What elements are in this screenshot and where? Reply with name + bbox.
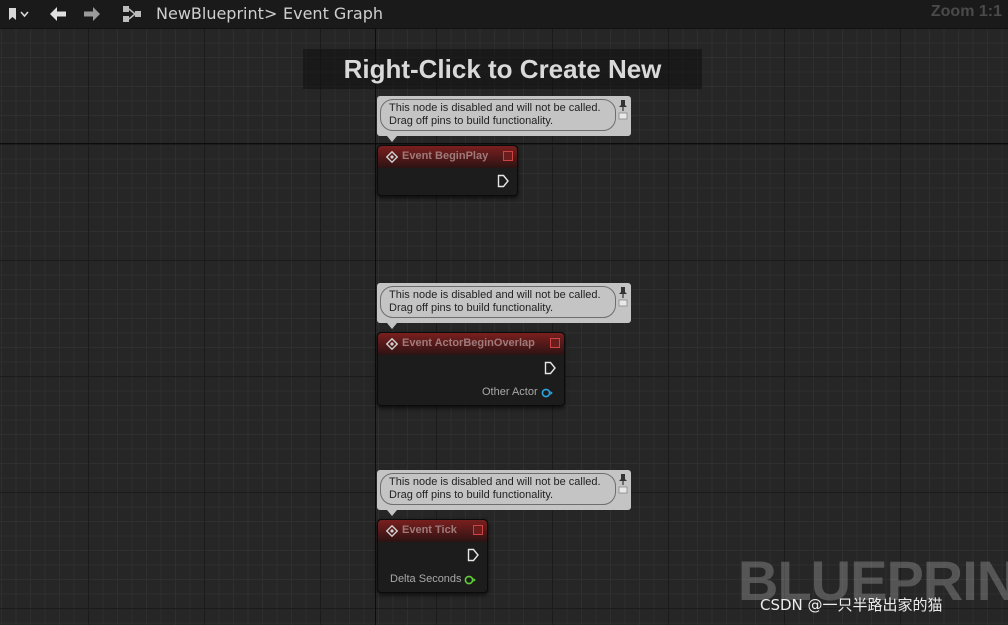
graph-axis-horizontal (0, 143, 1008, 144)
bubble-tail (387, 510, 397, 516)
graph-hint: Right-Click to Create New Nodes. (303, 49, 702, 124)
pin-icon[interactable] (618, 99, 628, 121)
bubble-tail (387, 323, 397, 329)
comment-text: This node is disabled and will not be ca… (380, 99, 616, 131)
disabled-node-comment: This node is disabled and will not be ca… (377, 470, 631, 516)
comment-line: Drag off pins to build functionality. (389, 489, 554, 501)
disabled-node-comment: This node is disabled and will not be ca… (377, 96, 631, 142)
disabled-node-comment: This node is disabled and will not be ca… (377, 283, 631, 329)
event-tick-node[interactable]: Event Tick Delta Seconds (377, 519, 488, 593)
pin-icon[interactable] (618, 473, 628, 495)
bubble-tail (387, 136, 397, 142)
event-beginplay-node[interactable]: Event BeginPlay (377, 145, 518, 196)
comment-text: This node is disabled and will not be ca… (380, 473, 616, 505)
pin-icon[interactable] (618, 286, 628, 308)
delegate-pin[interactable] (550, 338, 560, 348)
object-pin-icon[interactable] (541, 388, 553, 398)
float-pin-icon[interactable] (464, 575, 476, 585)
node-title: Event BeginPlay (402, 150, 489, 162)
comment-line: Drag off pins to build functionality. (389, 302, 554, 314)
breadcrumb-separator: > (264, 4, 278, 23)
bookmark-dropdown[interactable] (0, 0, 36, 28)
comment-line: This node is disabled and will not be ca… (389, 102, 601, 114)
pin-label-other-actor: Other Actor (482, 386, 538, 398)
zoom-level: Zoom 1:1 (930, 3, 1002, 20)
breadcrumb-event-graph[interactable]: Event Graph (283, 3, 383, 25)
event-diamond-icon (386, 151, 398, 163)
exec-pin-icon[interactable] (467, 548, 479, 562)
comment-line: This node is disabled and will not be ca… (389, 289, 601, 301)
arrow-left-icon (50, 7, 66, 21)
event-actorbeginoverlap-node[interactable]: Event ActorBeginOverlap Other Actor (377, 332, 565, 406)
node-title: Event Tick (402, 524, 457, 536)
pin-label-delta-seconds: Delta Seconds (390, 573, 462, 585)
delegate-pin[interactable] (503, 151, 513, 161)
graph-toolbar: NewBlueprint > Event Graph Zoom 1:1 (0, 0, 1008, 29)
graph-axis-vertical (375, 28, 376, 625)
exec-pin-icon[interactable] (497, 174, 509, 188)
delegate-pin[interactable] (473, 525, 483, 535)
comment-line: Drag off pins to build functionality. (389, 115, 554, 127)
csdn-watermark: CSDN @一只半路出家的猫 (760, 596, 943, 614)
graph-nodes-icon (123, 6, 141, 22)
graph-type-button[interactable] (118, 0, 146, 28)
back-button[interactable] (44, 0, 72, 28)
bookmark-icon (9, 8, 29, 20)
breadcrumb-blueprint[interactable]: NewBlueprint (156, 3, 264, 25)
forward-button[interactable] (78, 0, 106, 28)
comment-text: This node is disabled and will not be ca… (380, 286, 616, 318)
exec-pin-icon[interactable] (544, 361, 556, 375)
event-diamond-icon (386, 338, 398, 350)
event-diamond-icon (386, 525, 398, 537)
arrow-right-icon (84, 7, 100, 21)
node-title: Event ActorBeginOverlap (402, 337, 535, 349)
comment-line: This node is disabled and will not be ca… (389, 476, 601, 488)
